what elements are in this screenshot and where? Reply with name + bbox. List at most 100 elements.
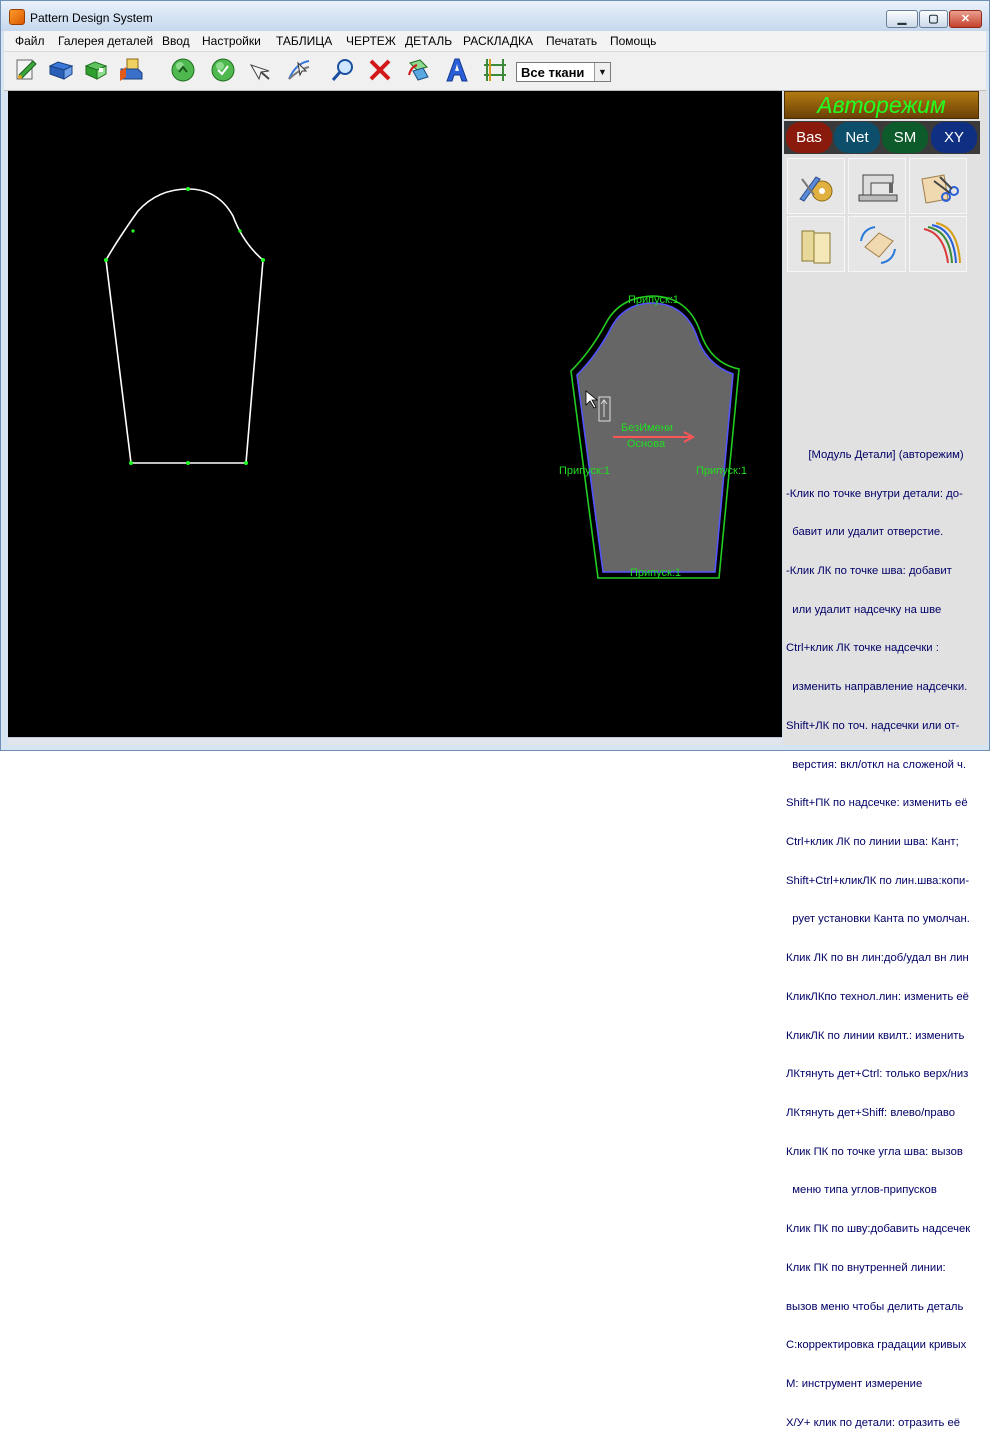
help-line: Shift+ПК по надсечке: изменить её	[786, 797, 968, 810]
help-line: рует установки Канта по умолчан.	[786, 913, 970, 926]
help-line: Ctrl+клик ЛК точке надсечки :	[786, 642, 939, 655]
help-line: Клик ПК по точке угла шва: вызов	[786, 1145, 963, 1158]
help-line: Клик ПК по внутренней линии:	[786, 1261, 946, 1274]
allowance-label-top: Припуск:1	[628, 294, 679, 306]
zoom-out-icon[interactable]	[210, 57, 236, 83]
delete-icon[interactable]	[367, 57, 393, 83]
draft-point[interactable]	[186, 187, 190, 191]
help-line: Ctrl+клик ЛК по линии шва: Кант;	[786, 836, 959, 848]
detail-fabric-label: Основа	[627, 438, 666, 450]
new-pattern-icon[interactable]	[13, 57, 39, 83]
draft-tools-button[interactable]	[787, 158, 845, 214]
app-window: Pattern Design System ▁ ▢ ✕ Файл Галерея…	[0, 0, 990, 1429]
help-line: или удалит надсечку на шве	[786, 603, 942, 616]
detail-name-label: БезИмени	[621, 422, 673, 434]
draft-point[interactable]	[186, 461, 190, 465]
fabric-select[interactable]: Все ткани ▼	[516, 62, 611, 82]
help-line: -Клик ЛК по точке шва: добавит	[786, 564, 952, 577]
toolbar: Все ткани ▼	[4, 52, 986, 91]
maximize-icon: ▢	[928, 13, 939, 25]
help-line: меню типа углов-припусков	[786, 1184, 937, 1197]
mode-button-sm[interactable]: SM	[882, 122, 928, 153]
menu-table[interactable]: ТАБЛИЦА	[276, 34, 332, 48]
sewing-machine-icon	[858, 174, 898, 202]
drawing-canvas[interactable]: Припуск:1 Припуск:1 Припуск:1 Припуск:1 …	[8, 91, 782, 737]
mode-button-xy[interactable]: XY	[931, 122, 977, 153]
auto-mode-label: Авторежим	[817, 92, 946, 118]
rotate-piece-button[interactable]	[848, 216, 906, 272]
sleeve-detail[interactable]	[570, 295, 740, 579]
menu-bar: Файл Галерея деталей Ввод Настройки ТАБЛ…	[4, 31, 986, 52]
save-icon[interactable]	[83, 57, 109, 83]
mode-button-net[interactable]: Net	[834, 122, 880, 153]
draft-point[interactable]	[104, 258, 108, 262]
help-line: ЛКтянуть дет+Ctrl: только верх/низ	[786, 1068, 969, 1081]
draft-point[interactable]	[238, 229, 242, 233]
help-line: верстия: вкл/откл на сложеной ч.	[786, 758, 967, 771]
pattern-drawing	[104, 187, 740, 579]
maximize-button[interactable]: ▢	[919, 10, 948, 28]
help-title: [Модуль Детали] (авторежим)	[808, 448, 964, 461]
curve-lines-button[interactable]	[909, 216, 967, 272]
menu-print[interactable]: Печатать	[546, 34, 597, 48]
search-icon[interactable]	[330, 57, 356, 83]
draft-point[interactable]	[131, 229, 135, 233]
minimize-icon: ▁	[897, 13, 907, 25]
app-logo-icon	[9, 9, 25, 25]
curve-lines-icon	[923, 222, 961, 264]
rotate-piece-icon	[860, 226, 896, 264]
auto-mode-banner[interactable]: Авторежим	[784, 91, 979, 119]
rotate-icon[interactable]	[405, 57, 431, 83]
help-line: Shift+Ctrl+кликЛК по лин.шва:копи-	[786, 874, 970, 887]
fabric-select-value: Все ткани	[521, 65, 585, 80]
menu-input[interactable]: Ввод	[162, 34, 190, 48]
pointer-icon[interactable]	[247, 57, 273, 83]
mode-button-bas[interactable]: Bas	[786, 122, 832, 153]
chevron-down-icon[interactable]: ▼	[594, 63, 610, 81]
menu-settings[interactable]: Настройки	[202, 34, 261, 48]
menu-layout[interactable]: РАСКЛАДКА	[463, 34, 533, 48]
zoom-in-icon[interactable]	[170, 57, 196, 83]
mode-button-row: Bas Net SM XY	[784, 121, 980, 154]
sleeve-draft[interactable]	[104, 187, 265, 465]
help-line: C:корректировка градации кривых	[786, 1339, 967, 1352]
draft-point[interactable]	[129, 461, 133, 465]
draft-point[interactable]	[261, 258, 265, 262]
help-line: бавит или удалит отверстие.	[786, 526, 944, 539]
menu-gallery[interactable]: Галерея деталей	[58, 34, 153, 48]
draft-point[interactable]	[244, 461, 248, 465]
menu-detail[interactable]: ДЕТАЛЬ	[405, 34, 452, 48]
help-line: X/У+ клик по детали: отразить её	[786, 1416, 961, 1429]
transform-icon[interactable]	[286, 57, 312, 83]
fabric-button[interactable]	[787, 216, 845, 272]
menu-help[interactable]: Помощь	[610, 34, 656, 48]
menu-file[interactable]: Файл	[15, 34, 45, 48]
allowance-label-right: Припуск:1	[696, 465, 747, 477]
close-button[interactable]: ✕	[949, 10, 982, 28]
allowance-label-left: Припуск:1	[559, 465, 610, 477]
draft-tools-icon	[799, 176, 833, 202]
open-file-icon[interactable]	[48, 57, 74, 83]
help-line: M: инструмент измерение	[786, 1378, 923, 1391]
help-line: изменить направление надсечки.	[786, 681, 968, 694]
help-line: вызов меню чтобы делить деталь	[786, 1300, 964, 1313]
fabric-roll-icon	[801, 230, 831, 264]
help-line: Shift+ЛК по точ. надсечки или от-	[786, 719, 960, 732]
cut-button[interactable]	[909, 158, 967, 214]
help-line: Клик ПК по шву:добавить надсечек	[786, 1223, 971, 1236]
measure-icon[interactable]	[482, 57, 508, 83]
sewing-button[interactable]	[848, 158, 906, 214]
status-strip	[4, 745, 988, 750]
close-icon: ✕	[960, 13, 971, 25]
help-line: ЛКтянуть дет+Shiff: влево/право	[786, 1107, 956, 1120]
help-line: КликЛК по линии квилт.: изменить	[786, 1029, 965, 1042]
help-line: Клик ЛК по вн лин:доб/удал вн лин	[786, 952, 969, 965]
print-icon[interactable]	[118, 57, 144, 83]
text-icon[interactable]	[444, 57, 470, 83]
cut-scissors-icon	[921, 174, 959, 204]
allowance-label-bottom: Припуск:1	[630, 567, 681, 579]
right-panel: Авторежим Bas Net SM XY [Модуль Детали] …	[783, 91, 987, 1429]
help-line: -Клик по точке внутри детали: до-	[786, 487, 963, 500]
menu-draft[interactable]: ЧЕРТЕЖ	[346, 34, 396, 48]
minimize-button[interactable]: ▁	[886, 10, 918, 28]
